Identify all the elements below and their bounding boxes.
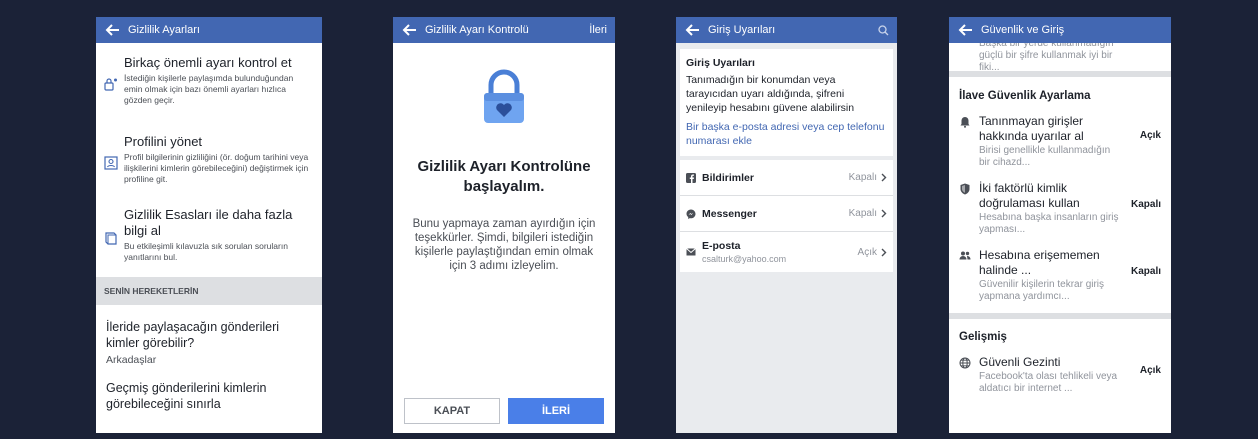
- bell-icon: [960, 117, 970, 128]
- scrolled-text-region: Başka bir yerde kullanmadığın güçlü bir …: [949, 43, 1171, 71]
- screen-privacy-checkup: Gizlilik Ayarı Kontrolü İleri Gizlilik A…: [393, 17, 615, 433]
- row-value: Kapalı: [848, 208, 877, 219]
- mail-icon: [686, 248, 696, 256]
- back-arrow-icon[interactable]: [104, 23, 120, 37]
- item-title: İki faktörlü kimlik doğrulaması kullan: [979, 181, 1080, 210]
- shield-icon: [960, 183, 970, 195]
- alert-channels-list: Bildirimler Kapalı Messenger Kapalı E-po…: [680, 160, 893, 272]
- globe-icon: [959, 357, 971, 369]
- screen-login-alerts: Giriş Uyarıları Giriş Uyarıları Tanımadı…: [676, 17, 897, 433]
- back-arrow-icon[interactable]: [684, 23, 700, 37]
- back-arrow-icon[interactable]: [957, 23, 973, 37]
- screen-privacy-settings: Gizlilik Ayarları Birkaç önemli ayarı ko…: [96, 17, 322, 433]
- item-desc: Bu etkileşimli kılavuzla sık sorulan sor…: [124, 241, 288, 262]
- email-row[interactable]: E-posta csalturk@yahoo.com Açık: [680, 232, 893, 272]
- screen-security-login: Güvenlik ve Giriş Başka bir yerde kullan…: [949, 17, 1171, 433]
- checkup-body: Bunu yapmaya zaman ayırdığın için teşekk…: [412, 218, 596, 272]
- privacy-checkup-item[interactable]: Birkaç önemli ayarı kontrol et İstediğin…: [96, 55, 322, 106]
- row-label: Messenger: [702, 207, 757, 220]
- checkup-heading: Gizlilik Ayarı Kontrolüne başlayalım.: [417, 158, 591, 195]
- item-state: Açık: [1139, 365, 1161, 376]
- item-desc: Güvenilir kişilerin tekrar giriş yapmana…: [979, 279, 1105, 302]
- section-title: İlave Güvenlik Ayarlama: [959, 90, 1091, 102]
- chevron-right-icon: [881, 248, 887, 256]
- item-desc: Hesabına başka insanların giriş yapması.…: [979, 212, 1119, 235]
- top-bar: Gizlilik Ayarı Kontrolü İleri: [393, 17, 615, 43]
- row-label: Bildirimler: [702, 171, 754, 184]
- messenger-icon: [686, 209, 696, 219]
- item-title: Güvenli Gezinti: [979, 355, 1061, 369]
- heart-lock-icon: [484, 69, 524, 123]
- top-bar: Giriş Uyarıları: [676, 17, 897, 43]
- safe-browsing-item[interactable]: Güvenli Gezinti Facebook'ta olası tehlik…: [949, 355, 1171, 395]
- page-title: Güvenlik ve Giriş: [981, 24, 1065, 36]
- item-desc: Facebook'ta olası tehlikeli veya aldatıc…: [979, 371, 1118, 394]
- page-title: Gizlilik Ayarı Kontrolü: [425, 24, 529, 36]
- item-title: Geçmiş gönderilerini kimlerin görebilece…: [106, 381, 267, 411]
- top-bar: Gizlilik Ayarları: [96, 17, 322, 43]
- friends-icon: [959, 251, 971, 260]
- section-header: SENİN HEREKETLERİN: [96, 277, 322, 305]
- item-value: Arkadaşlar: [106, 354, 157, 366]
- item-title: İleride paylaşacağın gönderileri kimler …: [106, 320, 280, 350]
- trusted-contacts-item[interactable]: Hesabına erişememen halinde ... Güvenili…: [949, 248, 1171, 303]
- item-desc: İstediğin kişilerle paylaşımda bulunduğu…: [124, 73, 294, 105]
- card-title: Giriş Uyarıları: [686, 57, 755, 69]
- item-desc: Profil bilgilerinin gizliliğini (ör. doğ…: [124, 152, 309, 184]
- next-link[interactable]: İleri: [589, 24, 607, 36]
- item-state: Kapalı: [1130, 199, 1161, 210]
- limit-past-posts-item[interactable]: Geçmiş gönderilerini kimlerin görebilece…: [96, 380, 322, 412]
- item-state: Kapalı: [1130, 266, 1161, 277]
- privacy-basics-item[interactable]: Gizlilik Esasları ile daha fazla bilgi a…: [96, 207, 322, 263]
- email-address: csalturk@yahoo.com: [702, 254, 787, 264]
- top-bar: Güvenlik ve Giriş: [949, 17, 1171, 43]
- item-title: Profilini yönet: [124, 134, 203, 149]
- unrecognized-login-alerts-item[interactable]: Tanınmayan girişler hakkında uyarılar al…: [949, 114, 1171, 169]
- close-button[interactable]: KAPAT: [404, 398, 500, 424]
- row-text: E-posta csalturk@yahoo.com: [702, 240, 858, 264]
- facebook-icon: [686, 172, 696, 183]
- password-tip-text: Başka bir yerde kullanmadığın güçlü bir …: [979, 43, 1114, 71]
- page-title: Giriş Uyarıları: [708, 24, 776, 36]
- book-icon: [105, 232, 117, 245]
- row-label: E-posta: [702, 240, 741, 252]
- next-button[interactable]: İLERİ: [508, 398, 604, 424]
- manage-profile-item[interactable]: Profilini yönet Profil bilgilerinin gizl…: [96, 134, 322, 185]
- back-arrow-icon[interactable]: [401, 23, 417, 37]
- future-posts-item[interactable]: İleride paylaşacağın gönderileri kimler …: [96, 319, 322, 366]
- item-title: Gizlilik Esasları ile daha fazla bilgi a…: [124, 207, 293, 238]
- two-factor-item[interactable]: İki faktörlü kimlik doğrulaması kullan H…: [949, 181, 1171, 236]
- item-title: Tanınmayan girişler hakkında uyarılar al: [979, 114, 1084, 143]
- user-lock-icon: [104, 78, 117, 91]
- notifications-row[interactable]: Bildirimler Kapalı: [680, 160, 893, 196]
- item-state: Açık: [1139, 130, 1161, 141]
- add-contact-link[interactable]: Bir başka e-posta adresi veya cep telefo…: [686, 120, 887, 148]
- search-icon[interactable]: [878, 24, 889, 36]
- section-title: Gelişmiş: [959, 331, 1007, 343]
- item-title: Hesabına erişememen halinde ...: [979, 248, 1100, 277]
- messenger-row[interactable]: Messenger Kapalı: [680, 196, 893, 232]
- item-desc: Birisi genellikle kullanmadığın bir ciha…: [979, 145, 1111, 168]
- profile-card-icon: [104, 156, 118, 170]
- page-title: Gizlilik Ayarları: [128, 24, 200, 36]
- login-alerts-card: Giriş Uyarıları Tanımadığın bir konumdan…: [680, 49, 893, 156]
- chevron-right-icon: [881, 173, 887, 182]
- item-title: Birkaç önemli ayarı kontrol et: [124, 55, 292, 70]
- row-value: Kapalı: [848, 172, 877, 183]
- row-value: Açık: [857, 246, 877, 258]
- chevron-right-icon: [881, 209, 887, 218]
- card-body: Tanımadığın bir konumdan veya tarayıcıda…: [686, 74, 855, 114]
